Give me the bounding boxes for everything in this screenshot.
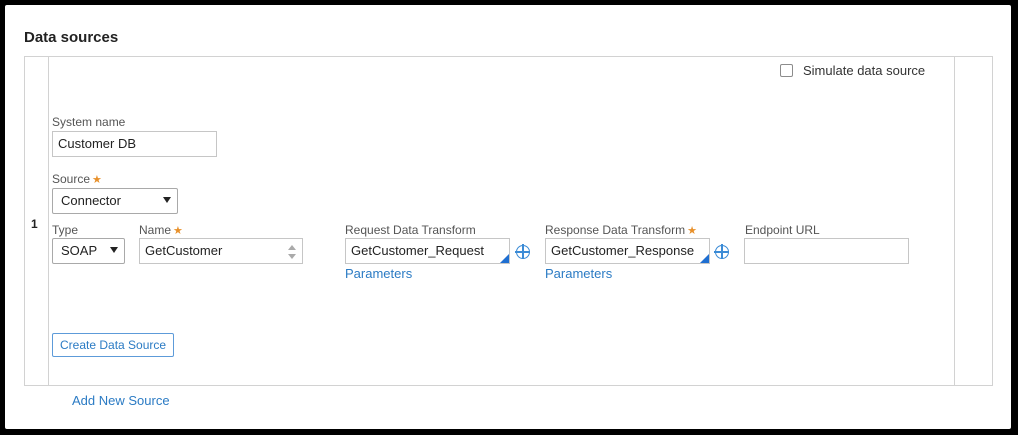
type-label: Type <box>52 223 79 237</box>
source-label: Source ★ <box>52 172 102 186</box>
crosshair-open-icon[interactable] <box>714 244 729 259</box>
name-input-value: GetCustomer <box>145 243 223 258</box>
stepper-arrows-icon[interactable] <box>288 245 296 259</box>
source-select[interactable]: Connector <box>52 188 178 214</box>
request-dt-value: GetCustomer_Request <box>351 243 484 258</box>
name-label: Name ★ <box>139 223 183 237</box>
request-parameters-link[interactable]: Parameters <box>345 266 412 281</box>
create-data-source-button[interactable]: Create Data Source <box>52 333 175 357</box>
endpoint-url-label: Endpoint URL <box>745 223 820 237</box>
add-new-source-link[interactable]: Add New Source <box>72 393 170 408</box>
simulate-label: Simulate data source <box>803 63 926 78</box>
autocomplete-corner-icon <box>500 254 509 263</box>
required-star-icon: ★ <box>687 225 697 237</box>
row-number: 1 <box>31 217 38 231</box>
system-name-input[interactable]: Customer DB <box>52 131 217 157</box>
endpoint-url-input[interactable] <box>744 238 909 264</box>
section-title: Data sources <box>24 29 119 46</box>
response-dt-input[interactable]: GetCustomer_Response <box>545 238 710 264</box>
row-actions-column <box>954 57 992 385</box>
chevron-down-icon <box>163 197 171 203</box>
source-select-value: Connector <box>61 193 121 208</box>
data-sources-panel: Data sources 1 Simulate data source Syst… <box>5 5 1011 429</box>
type-select[interactable]: SOAP <box>52 238 125 264</box>
simulate-data-source-option[interactable]: Simulate data source <box>780 63 925 78</box>
required-star-icon: ★ <box>92 174 102 186</box>
crosshair-open-icon[interactable] <box>515 244 530 259</box>
request-dt-label: Request Data Transform <box>345 223 476 237</box>
name-input[interactable]: GetCustomer <box>139 238 303 264</box>
type-select-value: SOAP <box>61 243 98 258</box>
system-name-label: System name <box>52 115 126 129</box>
simulate-checkbox[interactable] <box>780 64 793 77</box>
row-number-column: 1 <box>25 57 49 385</box>
required-star-icon: ★ <box>173 225 183 237</box>
response-parameters-link[interactable]: Parameters <box>545 266 612 281</box>
response-dt-value: GetCustomer_Response <box>551 243 695 258</box>
chevron-down-icon <box>110 247 118 253</box>
response-dt-label: Response Data Transform ★ <box>545 223 697 237</box>
autocomplete-corner-icon <box>700 254 709 263</box>
data-source-grid: 1 Simulate data source System name Custo… <box>24 56 993 386</box>
request-dt-input[interactable]: GetCustomer_Request <box>345 238 510 264</box>
